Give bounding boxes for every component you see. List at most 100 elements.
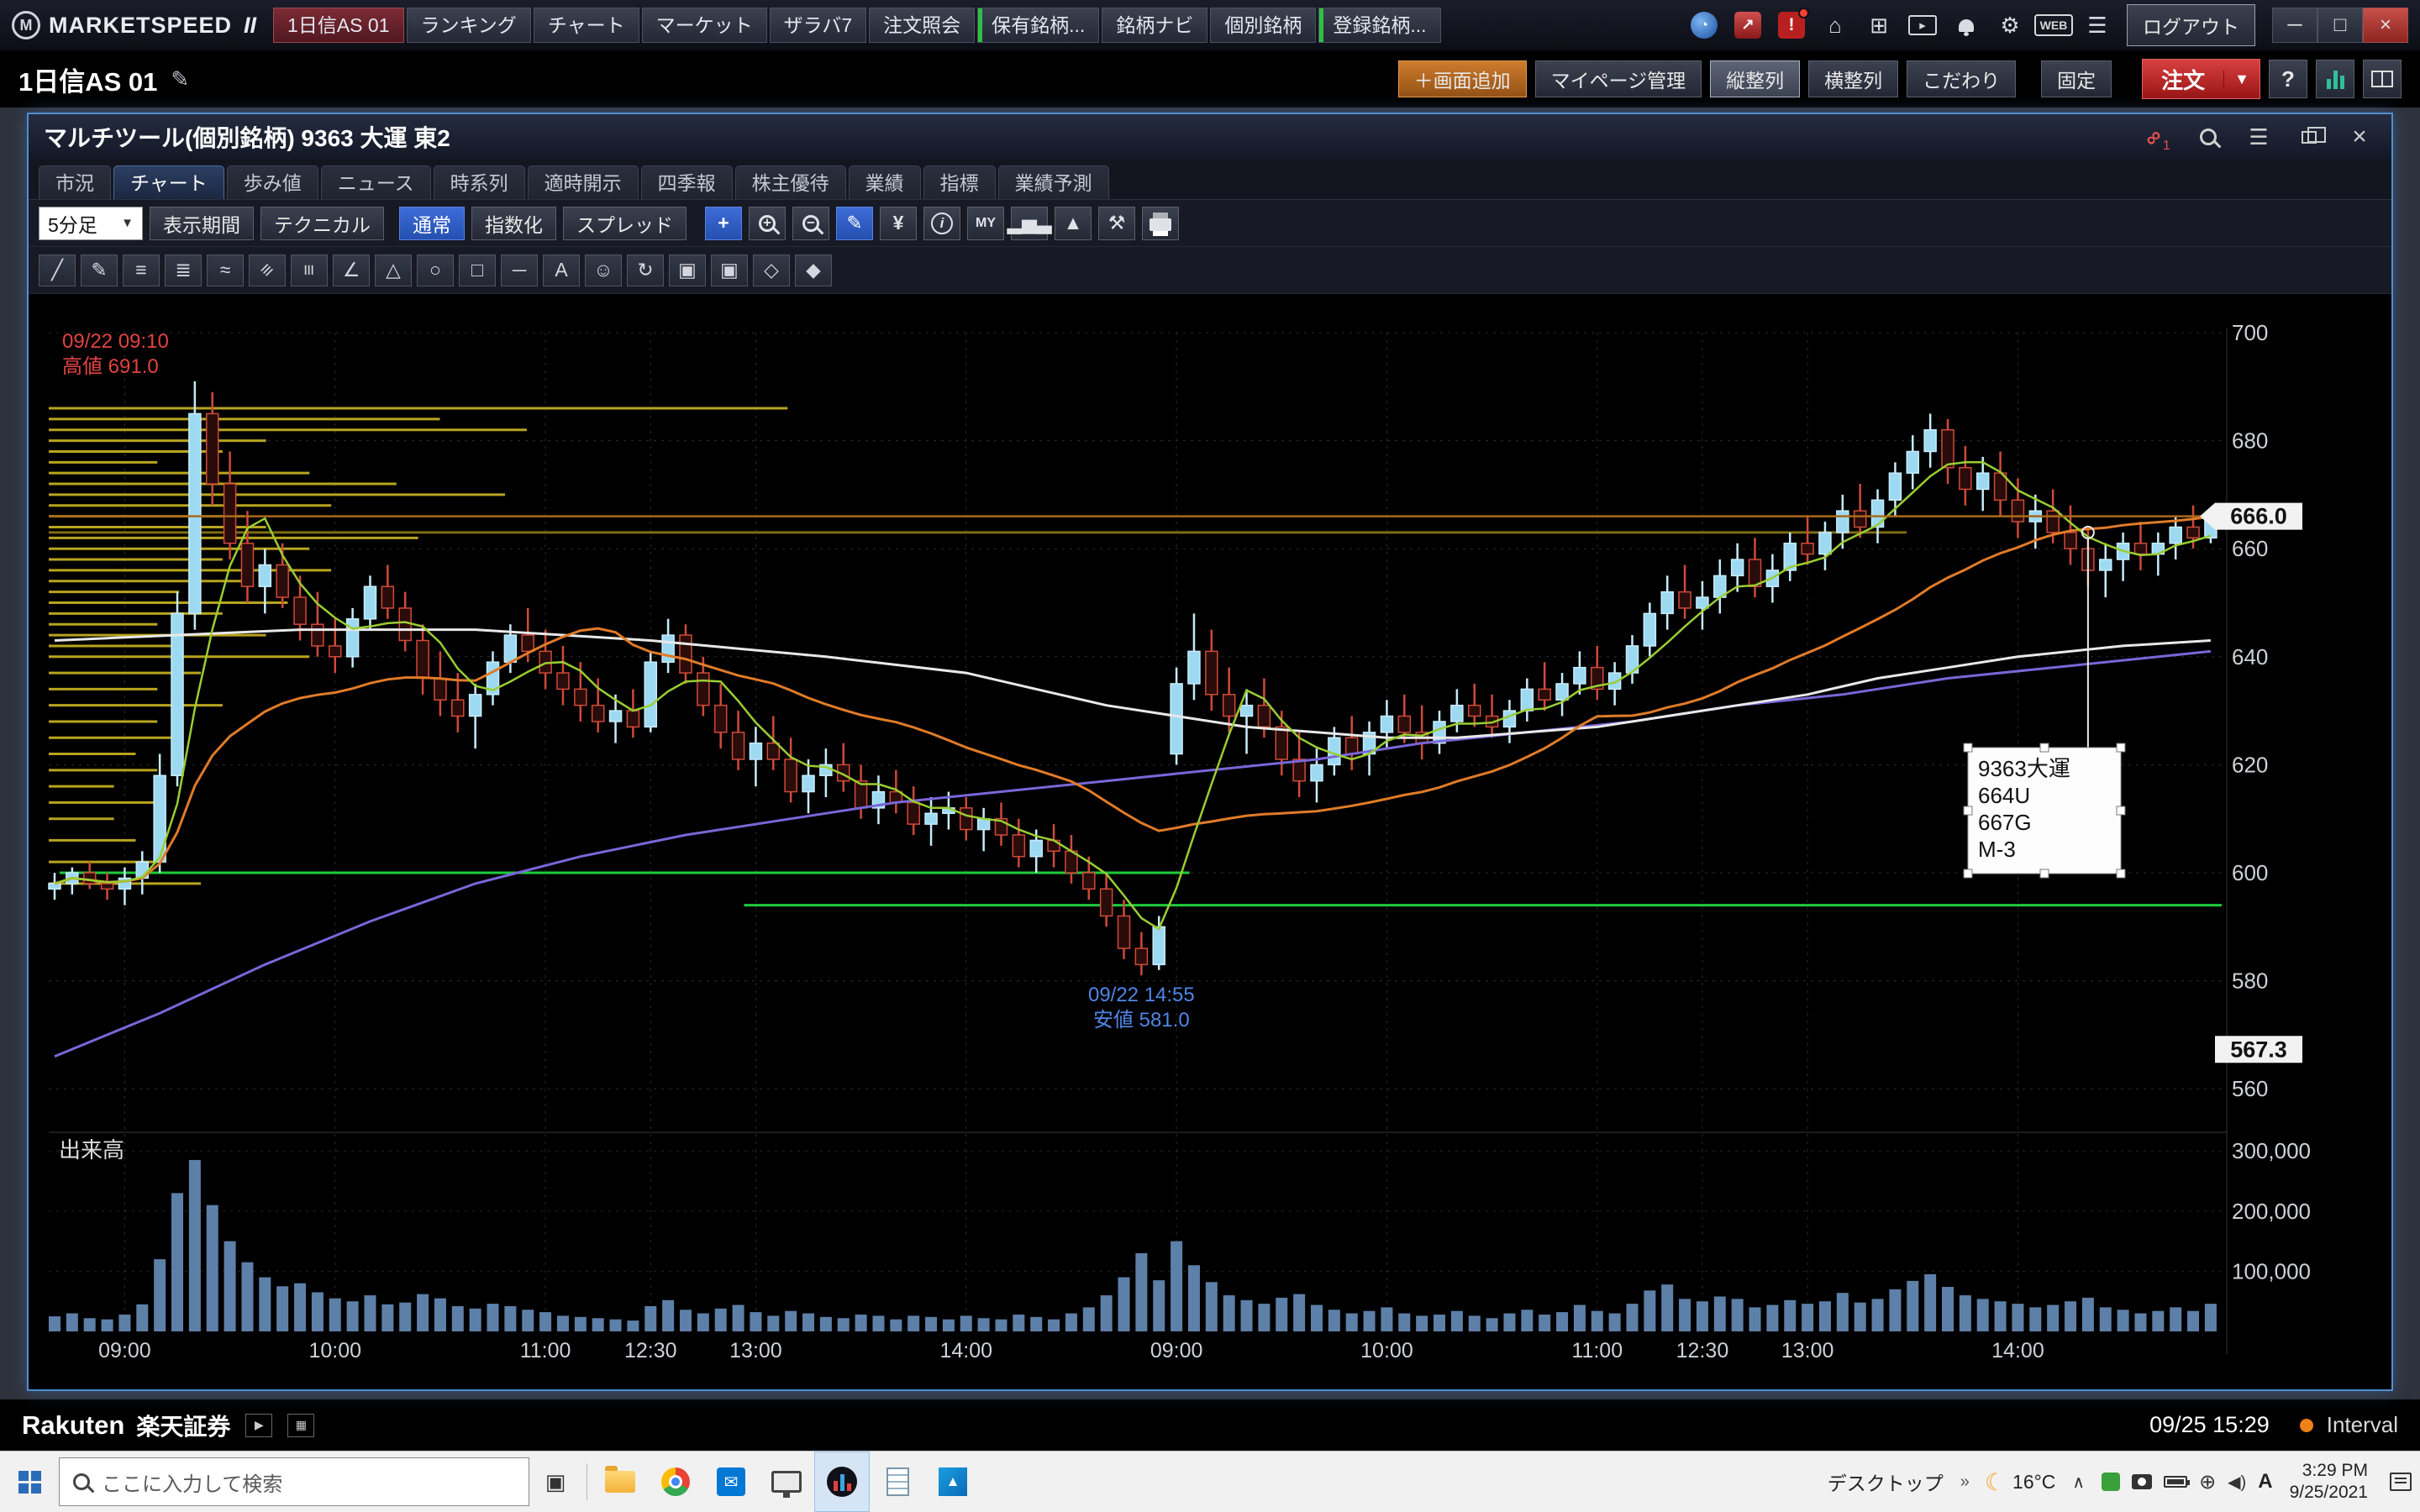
window-title-bar[interactable]: マルチツール(個別銘柄) 9363 大運 東2 ∞1 ☰ × [29, 114, 2391, 160]
vertical-align-button[interactable]: 縦整列 [1710, 60, 1800, 97]
menu-tab-6[interactable]: 注文照会 [869, 8, 975, 43]
technical-button[interactable]: テクニカル [260, 207, 384, 240]
tab-5[interactable]: 時系列 [434, 165, 525, 199]
quote-sphere-icon[interactable]: ◔ [1688, 9, 1720, 41]
my-chart-icon[interactable]: ▂▅▃ [1011, 207, 1048, 240]
chart-shortcut-button[interactable] [2316, 60, 2354, 98]
wrench-icon[interactable]: ⚒ [1098, 207, 1135, 240]
menu-icon[interactable]: ☰ [2081, 9, 2113, 41]
logout-button[interactable]: ログアウト [2127, 4, 2255, 46]
yen-display-icon[interactable]: ¥ [880, 207, 917, 240]
web-icon[interactable]: WEB [2038, 9, 2070, 41]
help-button[interactable]: ? [2269, 60, 2307, 98]
order-button[interactable]: 注文 ▼ [2142, 59, 2260, 99]
tab-9[interactable]: 業績 [849, 165, 921, 199]
tab-6[interactable]: 適時開示 [528, 165, 639, 199]
zoom-in-icon[interactable]: + [749, 207, 786, 240]
ime-icon[interactable]: A [2258, 1470, 2272, 1494]
menu-tab-4[interactable]: マーケット [642, 8, 767, 43]
text-annotation-icon[interactable]: A [543, 255, 580, 286]
order-caret-icon[interactable]: ▼ [2223, 71, 2260, 88]
tab-10[interactable]: 指標 [923, 165, 996, 199]
tray-expand-icon[interactable]: ∧ [2072, 1472, 2085, 1493]
chart-canvas[interactable]: 666.0567.309/22 09:10高値 691.009/22 14:55… [29, 294, 2391, 1389]
angle-line-icon[interactable]: ∠ [333, 255, 370, 286]
tab-2[interactable]: チャート [113, 165, 224, 199]
add-screen-button[interactable]: ＋画面追加 [1398, 60, 1527, 97]
duplicate-window-icon[interactable] [2292, 120, 2326, 154]
crosshair-icon[interactable]: + [705, 207, 742, 240]
market-app-icon[interactable]: ↗ [1732, 9, 1764, 41]
minimize-button[interactable]: ─ [2272, 8, 2317, 43]
edit-title-icon[interactable]: ✎ [171, 66, 189, 92]
mode-button-3[interactable]: スプレッド [563, 207, 687, 240]
zoom-out-icon[interactable]: − [792, 207, 829, 240]
add-window-icon[interactable]: ⊞ [1863, 9, 1895, 41]
menu-tab-9[interactable]: 個別銘柄 [1210, 8, 1316, 43]
display-range-button[interactable]: 表示期間 [150, 207, 254, 240]
battery-icon[interactable] [2164, 1476, 2187, 1488]
display-button[interactable] [759, 1452, 814, 1512]
hline-dense-icon[interactable]: ≣ [165, 255, 202, 286]
tab-3[interactable]: 歩み値 [227, 165, 318, 199]
copy-icon[interactable]: ▣ [669, 255, 706, 286]
compare-chart-icon[interactable]: ▲ [1055, 207, 1092, 240]
camera-icon[interactable] [2132, 1474, 2152, 1489]
maximize-button[interactable]: □ [2317, 8, 2363, 43]
fan-lines-icon[interactable]: ≡ [249, 255, 286, 286]
task-view-button[interactable]: ▣ [529, 1452, 581, 1512]
mode-button-2[interactable]: 指数化 [471, 207, 556, 240]
alert-icon[interactable]: ! [1776, 9, 1807, 41]
vertical-lines-icon[interactable]: ≡ [291, 255, 328, 286]
menu-tab-5[interactable]: ザラバ7 [770, 8, 867, 43]
erase-all-icon[interactable]: ◆ [795, 255, 832, 286]
ellipse-icon[interactable]: ○ [417, 255, 454, 286]
notepad-button[interactable] [870, 1452, 925, 1512]
start-button[interactable] [0, 1452, 59, 1512]
settings-gear-icon[interactable]: ⚙ [1994, 9, 2026, 41]
tab-7[interactable]: 四季報 [641, 165, 733, 199]
panel-grid-icon[interactable]: ▦ [287, 1414, 314, 1437]
menu-tab-1[interactable]: 1日信AS 01 [273, 8, 403, 43]
action-center-icon[interactable] [2390, 1473, 2412, 1491]
cast-icon[interactable]: ▸ [1907, 9, 1939, 41]
bell-icon[interactable] [1950, 9, 1982, 41]
draw-mode-icon[interactable]: ✎ [836, 207, 873, 240]
mypage-manage-button[interactable]: マイページ管理 [1535, 60, 1702, 97]
desktop-toolbar-label[interactable]: デスクトップ [1828, 1467, 1944, 1496]
menu-tab-8[interactable]: 銘柄ナビ [1102, 8, 1207, 43]
tab-1[interactable]: 市況 [39, 165, 111, 199]
speaker-icon[interactable]: ◀) [2228, 1472, 2246, 1493]
mail-button[interactable]: ✉ [703, 1452, 759, 1512]
link-icon[interactable]: ∞1 [2141, 120, 2175, 154]
explorer-button[interactable] [592, 1452, 648, 1512]
pin-button[interactable]: 固定 [2041, 60, 2112, 97]
chevron-icon[interactable]: » [1960, 1473, 1968, 1492]
polygon-icon[interactable]: △ [375, 255, 412, 286]
tab-8[interactable]: 株主優待 [735, 165, 846, 199]
trend-line-icon[interactable]: ╱ [39, 255, 76, 286]
duplicate-icon[interactable]: ▣ [711, 255, 748, 286]
marker-pen-icon[interactable]: ✎ [81, 255, 118, 286]
menu-tab-2[interactable]: ランキング [407, 8, 531, 43]
layout-button[interactable] [2363, 60, 2402, 98]
rotate-icon[interactable]: ↻ [627, 255, 664, 286]
chrome-button[interactable] [648, 1452, 703, 1512]
hline-set-icon[interactable]: ≡ [123, 255, 160, 286]
expand-panel-icon[interactable]: ▶ [245, 1414, 272, 1437]
tab-4[interactable]: ニュース [321, 165, 431, 199]
horizontal-align-button[interactable]: 横整列 [1808, 60, 1898, 97]
home-icon[interactable]: ⌂ [1819, 9, 1851, 41]
kodawari-button[interactable]: こだわり [1907, 60, 2016, 97]
period-select[interactable]: 5分足 ▼ [39, 207, 143, 240]
menu-tab-7[interactable]: 保有銘柄... [977, 8, 1099, 43]
tray-app-icon[interactable] [2102, 1473, 2120, 1491]
print-icon[interactable] [1142, 207, 1179, 240]
rectangle-icon[interactable]: □ [459, 255, 496, 286]
tab-11[interactable]: 業績予測 [998, 165, 1109, 199]
info-icon[interactable]: i [923, 207, 960, 240]
stamp-icon[interactable]: ☺ [585, 255, 622, 286]
close-button[interactable]: × [2363, 8, 2408, 43]
menu-tab-3[interactable]: チャート [534, 8, 639, 43]
eraser-icon[interactable]: ◇ [753, 255, 790, 286]
